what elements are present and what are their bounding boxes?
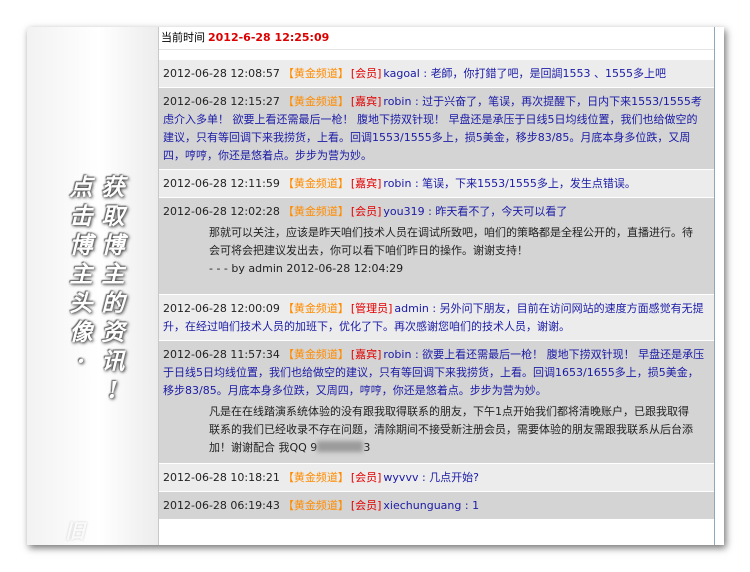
message-channel: 【黄金频道】 [282, 95, 349, 108]
message-timestamp: 2012-06-28 10:18:21 [163, 471, 280, 484]
reply-text-tail: 3 [363, 441, 371, 454]
message-username[interactable]: robin [383, 348, 411, 361]
reply-text: 那就可以关注，应该是昨天咱们技术人员在调试所致吧，咱们的策略都是全程公开的，直播… [209, 226, 693, 257]
message-timestamp: 2012-06-28 12:00:09 [163, 302, 280, 315]
message-colon: : [428, 302, 440, 315]
current-time-value: 2012-6-28 12:25:09 [208, 31, 330, 44]
message-role: [会员] [350, 471, 382, 484]
message-channel: 【黄金频道】 [282, 348, 349, 361]
promo-char: 的 [101, 290, 125, 317]
message-colon: : [424, 205, 436, 218]
message-channel: 【黄金频道】 [282, 471, 349, 484]
message-item: 2012-06-28 12:11:59 【黄金频道】 [嘉宾] robin : 笔误，… [159, 170, 714, 198]
message-role: [会员] [350, 205, 382, 218]
message-item: 2012-06-28 12:00:09 【黄金频道】 [管理员] admin : 另外… [159, 295, 714, 341]
blogger-promo-text[interactable]: 点 击 博 主 头 像 · 获 取 博 主 的 资 讯 ! [61, 167, 141, 407]
message-item: 2012-06-28 12:02:28 【黄金频道】 [会员] you319 : 昨天… [159, 198, 714, 295]
message-username[interactable]: xiechunguang [383, 499, 461, 512]
current-time-label: 当前时间 [161, 31, 205, 44]
promo-char: 击 [69, 203, 93, 230]
message-item: 2012-06-28 06:19:43 【黄金频道】 [会员] xiechunguan… [159, 492, 714, 520]
message-role: [嘉宾] [350, 95, 382, 108]
message-role: [会员] [350, 499, 382, 512]
admin-reply: 凡是在在线踏演系统体验的没有跟我取得联系的朋友，下午1点开始我们都将清晚账户，已… [209, 403, 698, 457]
message-item: 2012-06-28 11:57:34 【黄金频道】 [嘉宾] robin : 欲要上… [159, 341, 714, 464]
message-colon: : [411, 95, 423, 108]
message-timestamp: 2012-06-28 12:15:27 [163, 95, 280, 108]
message-text: 几点开始? [429, 471, 480, 484]
message-timestamp: 2012-06-28 11:57:34 [163, 348, 280, 361]
window-frame: 点 击 博 主 头 像 · 获 取 博 主 的 资 讯 ! 旧 当前时间 2012 [27, 27, 724, 545]
message-username[interactable]: kagoal [383, 67, 419, 80]
message-role: [嘉宾] [350, 348, 382, 361]
message-colon: : [418, 471, 430, 484]
current-time-bar: 当前时间 2012-6-28 12:25:09 [159, 27, 714, 50]
message-colon: : [419, 67, 431, 80]
admin-reply: 那就可以关注，应该是昨天咱们技术人员在调试所致吧，咱们的策略都是全程公开的，直播… [209, 224, 698, 278]
message-channel: 【黄金频道】 [282, 205, 349, 218]
message-colon: : [411, 177, 423, 190]
message-channel: 【黄金频道】 [282, 177, 349, 190]
left-promo-panel: 点 击 博 主 头 像 · 获 取 博 主 的 资 讯 ! 旧 [27, 27, 159, 545]
message-username[interactable]: wyvvv [383, 471, 418, 484]
message-item: 2012-06-28 10:18:21 【黄金频道】 [会员] wyvvv : 几点开… [159, 464, 714, 492]
promo-char: 取 [101, 203, 125, 230]
promo-char: 头 [69, 290, 93, 317]
message-username[interactable]: robin [383, 95, 411, 108]
faded-watermark: 旧 [65, 519, 85, 543]
message-item: 2012-06-28 12:08:57 【黄金频道】 [会员] kagoal : 老師… [159, 60, 714, 88]
promo-char: 获 [101, 174, 125, 201]
message-colon: : [411, 348, 423, 361]
message-item: 2012-06-28 12:15:27 【黄金频道】 [嘉宾] robin : 过于兴… [159, 88, 714, 170]
message-role: [会员] [350, 67, 382, 80]
message-text: 昨天看不了，今天可以看了 [435, 205, 568, 218]
promo-char: 点 [69, 174, 93, 201]
message-role: [嘉宾] [350, 177, 382, 190]
message-timestamp: 2012-06-28 12:08:57 [163, 67, 280, 80]
message-timestamp: 2012-06-28 12:02:28 [163, 205, 280, 218]
promo-char: 像 [69, 319, 93, 346]
message-timestamp: 2012-06-28 06:19:43 [163, 499, 280, 512]
promo-char: ! [107, 377, 119, 404]
message-channel: 【黄金频道】 [282, 302, 349, 315]
redacted-qq-number [317, 441, 364, 452]
message-text: 笔误，下来1553/1555多上，发生点错误。 [422, 177, 636, 190]
message-role: [管理员] [350, 302, 393, 315]
chat-log: 当前时间 2012-6-28 12:25:09 2012-06-28 12:08:… [159, 27, 715, 545]
message-channel: 【黄金频道】 [282, 67, 349, 80]
promo-column-1: 点 击 博 主 头 像 · [65, 173, 97, 376]
promo-column-2: 获 取 博 主 的 资 讯 ! [97, 173, 129, 405]
promo-char: 博 [69, 232, 93, 259]
message-text: 1 [472, 499, 480, 512]
message-username[interactable]: admin [394, 302, 428, 315]
promo-dot: · [76, 348, 85, 375]
message-text: 老師，你打錯了吧，是回調1553 、1555多上吧 [430, 67, 667, 80]
promo-char: 主 [69, 261, 93, 288]
promo-char: 主 [101, 261, 125, 288]
reply-text: 凡是在在线踏演系统体验的没有跟我取得联系的朋友，下午1点开始我们都将清晚账户，已… [209, 405, 693, 454]
message-colon: : [461, 499, 473, 512]
message-username[interactable]: robin [383, 177, 411, 190]
promo-char: 讯 [101, 348, 125, 375]
message-timestamp: 2012-06-28 12:11:59 [163, 177, 280, 190]
message-channel: 【黄金频道】 [282, 499, 349, 512]
promo-char: 资 [101, 319, 125, 346]
reply-signature: - - - by admin 2012-06-28 12:04:29 [209, 262, 404, 275]
promo-char: 博 [101, 232, 125, 259]
message-username[interactable]: you319 [383, 205, 424, 218]
